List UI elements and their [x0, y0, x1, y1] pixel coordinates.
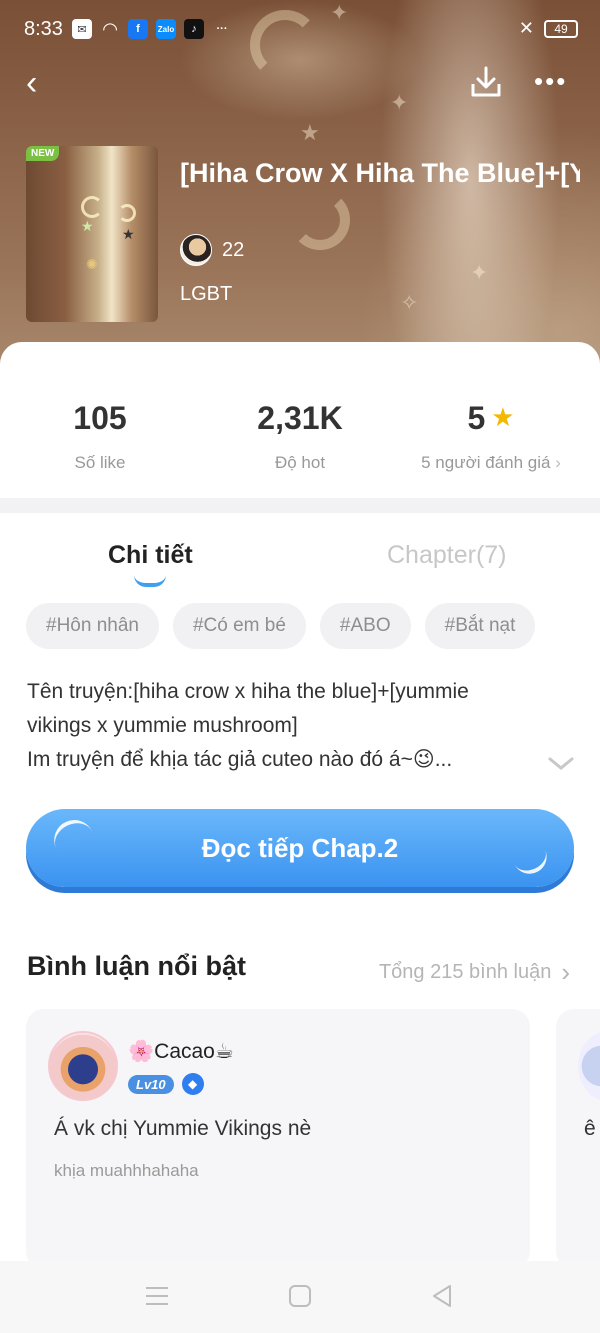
comment-text: Á vk chị Yummie Vikings nè — [54, 1117, 312, 1140]
featured-comments-title: Bình luận nổi bật — [27, 951, 246, 981]
system-navigation-bar — [0, 1261, 600, 1333]
comments-total-label: Tổng 215 bình luận — [378, 961, 552, 983]
book-title: [Hiha Crow X Hiha The Blue]+[Yummie Viki… — [180, 158, 580, 188]
back-icon[interactable]: ‹ — [26, 66, 37, 100]
book-cover[interactable]: NEW ★ ★ ✺ — [26, 146, 158, 322]
commenter-badges: Lv10 ◆ — [128, 1073, 204, 1095]
comment-card[interactable]: ê — [556, 1009, 600, 1269]
status-time: 8:33 — [24, 18, 63, 40]
tag-chip[interactable]: #ABO — [319, 603, 411, 649]
likes-value: 105 — [73, 400, 127, 436]
button-shine — [513, 848, 553, 880]
status-bar: 8:33 ✉ ◠ f Zalo ♪ ··· ✕ 49 — [0, 0, 600, 60]
author-row[interactable]: 22 — [180, 234, 244, 266]
battery-icon: 49 — [544, 19, 578, 38]
zalo-icon: Zalo — [156, 19, 176, 39]
rating-value: 5 — [467, 400, 486, 436]
book-description[interactable]: Tên truyện:[hiha crow x hiha the blue]+[… — [27, 675, 547, 777]
rating-label: 5 người đánh giá — [421, 453, 551, 472]
chevron-right-icon: › — [555, 453, 561, 472]
home-icon[interactable] — [289, 1285, 311, 1307]
button-shine — [47, 813, 93, 849]
hot-label: Độ hot — [274, 453, 326, 472]
tag-chip[interactable]: #Có em bé — [172, 603, 306, 649]
commenter-avatar[interactable] — [578, 1031, 600, 1101]
message-icon: ✉ — [72, 19, 92, 39]
back-triangle-icon[interactable] — [430, 1283, 454, 1309]
more-icon[interactable]: ••• — [534, 66, 567, 97]
star-icon: ★ — [491, 402, 515, 432]
main-content: Chi tiết Chapter(7) #Hôn nhân #Có em bé … — [0, 513, 600, 1269]
menu-icon[interactable] — [146, 1287, 168, 1305]
tab-bar: Chi tiết Chapter(7) — [0, 527, 600, 597]
tag-list: #Hôn nhân #Có em bé #ABO #Bắt nạt — [26, 603, 536, 649]
stats-card: 105 Số like 2,31K Độ hot 5 ★ 5 người đánh… — [0, 342, 600, 498]
continue-reading-button[interactable]: Đọc tiếp Chap.2 — [26, 809, 574, 887]
author-count: 22 — [222, 238, 245, 261]
tag-chip[interactable]: #Bắt nạt — [424, 603, 536, 649]
description-line: Tên truyện:[hiha crow x hiha the blue]+[… — [27, 680, 469, 703]
gem-icon: ◆ — [181, 1073, 204, 1095]
comment-card[interactable]: 🌸Cacao☕ Lv10 ◆ Á vk chị Yummie Vikings n… — [26, 1009, 530, 1269]
description-line: Im truyện để khịa tác giả cuteo nào đó á… — [27, 748, 453, 771]
comment-subtext: khịa muahhhahaha — [54, 1161, 199, 1180]
top-nav: ‹ ••• — [0, 62, 600, 106]
commenter-avatar[interactable] — [48, 1031, 118, 1101]
likes-label: Số like — [74, 453, 126, 472]
comments-total-link[interactable]: Tổng 215 bình luận › — [379, 957, 570, 988]
stat-rating[interactable]: 5 ★ 5 người đánh giá › — [391, 400, 591, 473]
chevron-right-icon: › — [561, 957, 570, 987]
author-avatar[interactable] — [180, 234, 212, 266]
status-notification-icons: ✉ ◠ f Zalo ♪ ··· — [72, 19, 232, 39]
tab-detail[interactable]: Chi tiết — [108, 541, 193, 570]
wifi-icon: ◠ — [103, 18, 117, 39]
tag-chip[interactable]: #Hôn nhân — [26, 603, 159, 649]
comment-text: ê — [584, 1117, 596, 1140]
download-icon[interactable] — [468, 64, 504, 100]
tiktok-icon: ♪ — [184, 19, 204, 39]
level-badge: Lv10 — [128, 1074, 174, 1094]
description-line: vikings x yummie mushroom] — [27, 714, 298, 737]
hot-value: 2,31K — [257, 400, 343, 436]
tab-chapter[interactable]: Chapter(7) — [387, 541, 507, 570]
more-notifications-icon: ··· — [216, 23, 228, 35]
genre-label[interactable]: LGBT — [180, 283, 232, 306]
commenter-name[interactable]: 🌸Cacao☕ — [128, 1039, 234, 1064]
facebook-icon: f — [128, 19, 148, 39]
continue-reading-label: Đọc tiếp Chap.2 — [201, 832, 399, 863]
stat-hot: 2,31K Độ hot — [200, 400, 400, 473]
vibrate-silent-icon: ✕ — [518, 18, 534, 38]
tab-indicator — [134, 575, 166, 587]
new-badge: NEW — [26, 146, 60, 161]
chevron-down-icon[interactable] — [548, 757, 574, 771]
stat-likes: 105 Số like — [0, 400, 200, 473]
